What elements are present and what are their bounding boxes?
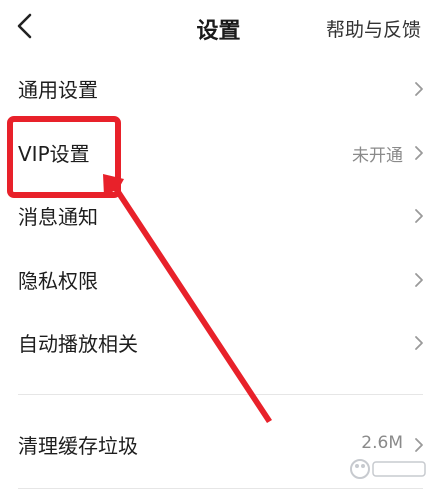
settings-item-vip[interactable]: VIP设置 未开通 — [0, 122, 437, 184]
settings-item-label: 消息通知 — [18, 205, 98, 229]
settings-item-autoplay[interactable]: 自动播放相关 — [0, 312, 437, 374]
settings-item-label: 隐私权限 — [18, 269, 98, 293]
settings-item-label: 通用设置 — [18, 78, 98, 102]
settings-item-label: 自动播放相关 — [18, 332, 138, 356]
settings-item-general[interactable]: 通用设置 — [0, 58, 437, 120]
chevron-right-icon — [415, 146, 423, 160]
section-divider — [18, 394, 423, 395]
section-divider — [18, 488, 423, 489]
settings-item-label: 清理缓存垃圾 — [18, 434, 138, 458]
chevron-right-icon — [415, 273, 423, 287]
settings-item-label: VIP设置 — [18, 142, 90, 166]
settings-item-privacy[interactable]: 隐私权限 — [0, 249, 437, 311]
chevron-right-icon — [415, 209, 423, 223]
vip-status-value: 未开通 — [352, 146, 403, 166]
cache-size-value: 2.6M — [361, 433, 403, 453]
top-bar: 设置 帮助与反馈 — [0, 0, 437, 56]
settings-item-notifications[interactable]: 消息通知 — [0, 185, 437, 247]
help-feedback-link[interactable]: 帮助与反馈 — [326, 15, 421, 42]
baidu-watermark-icon — [350, 459, 426, 479]
chevron-right-icon — [415, 438, 423, 452]
chevron-right-icon — [415, 82, 423, 96]
chevron-right-icon — [415, 336, 423, 350]
